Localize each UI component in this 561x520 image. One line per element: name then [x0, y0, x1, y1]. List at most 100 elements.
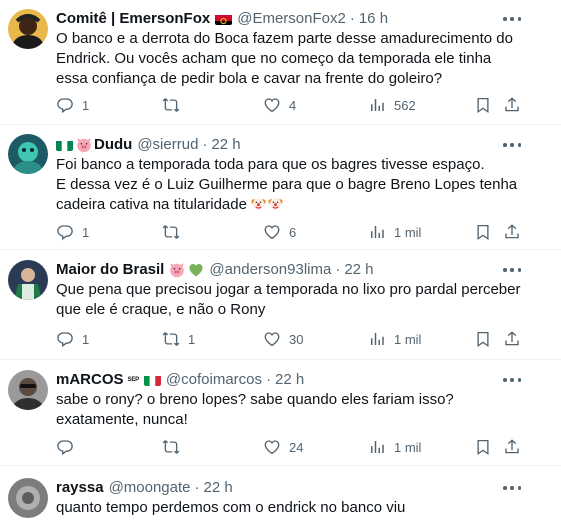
- bookmark-icon: [474, 223, 492, 241]
- more-options-icon[interactable]: [503, 483, 521, 493]
- timestamp[interactable]: 16 h: [359, 9, 388, 29]
- green-heart-icon: [188, 262, 204, 278]
- clown-face-icon: [268, 196, 283, 211]
- tweet-header: mARCOS SEP @cofoimarcos · 22 h: [56, 370, 304, 390]
- timestamp[interactable]: 22 h: [275, 370, 304, 390]
- like-button[interactable]: 6: [263, 222, 296, 242]
- author-name[interactable]: Maior do Brasil: [56, 260, 164, 280]
- like-button[interactable]: 4: [263, 95, 296, 115]
- tweet-rayssa[interactable]: rayssa @moongate · 22 h quanto tempo per…: [0, 466, 561, 520]
- like-count: 4: [289, 97, 297, 113]
- reply-count: 1: [82, 97, 90, 113]
- views-button[interactable]: 1 mil: [368, 329, 421, 349]
- retweet-button[interactable]: [162, 95, 188, 115]
- views-button[interactable]: 1 mil: [368, 437, 421, 457]
- like-icon: [263, 438, 281, 456]
- reply-button[interactable]: [56, 437, 82, 457]
- like-button[interactable]: 24: [263, 437, 303, 457]
- bookmark-button[interactable]: [474, 437, 492, 457]
- views-button[interactable]: 1 mil: [368, 222, 421, 242]
- tweet-emersonfox[interactable]: Comitê | EmersonFox @EmersonFox2 · 16 h …: [0, 0, 561, 125]
- avatar[interactable]: [8, 260, 48, 300]
- retweet-icon: [162, 438, 180, 456]
- views-icon: [368, 96, 386, 114]
- author-handle[interactable]: @moongate: [109, 478, 191, 498]
- reply-button[interactable]: 1: [56, 222, 89, 242]
- like-button[interactable]: 30: [263, 329, 303, 349]
- tweet-dudu[interactable]: Dudu @sierrud · 22 h Foi banco a tempora…: [0, 125, 561, 250]
- author-handle[interactable]: @cofoimarcos: [166, 370, 262, 390]
- avatar[interactable]: [8, 9, 48, 49]
- avatar[interactable]: [8, 478, 48, 518]
- retweet-button[interactable]: [162, 222, 188, 242]
- separator-dot: ·: [335, 261, 341, 278]
- timestamp[interactable]: 22 h: [344, 260, 373, 280]
- like-count: 30: [289, 331, 304, 347]
- share-icon: [503, 330, 521, 348]
- more-options-icon[interactable]: [503, 14, 521, 24]
- reply-button[interactable]: 1: [56, 329, 89, 349]
- like-icon: [263, 96, 281, 114]
- reply-button[interactable]: 1: [56, 95, 89, 115]
- share-icon: [503, 438, 521, 456]
- author-name[interactable]: mARCOS: [56, 370, 124, 390]
- tweet-header: Comitê | EmersonFox @EmersonFox2 · 16 h: [56, 9, 388, 29]
- tweet-text-line: E dessa vez é o Luiz Guilherme para que …: [56, 175, 526, 215]
- share-button[interactable]: [503, 329, 521, 349]
- share-icon: [503, 96, 521, 114]
- more-options-icon[interactable]: [503, 265, 521, 275]
- pig-face-icon: [76, 137, 92, 153]
- separator-dot: ·: [349, 10, 355, 27]
- views-button[interactable]: 562: [368, 95, 416, 115]
- share-button[interactable]: [503, 222, 521, 242]
- more-options-icon[interactable]: [503, 375, 521, 385]
- tweet-maior-do-brasil[interactable]: Maior do Brasil @anderson93lima · 22 h Q…: [0, 250, 561, 360]
- views-icon: [368, 223, 386, 241]
- tweet-actions: 1 4 562: [56, 95, 526, 115]
- author-name[interactable]: rayssa: [56, 478, 104, 498]
- like-count: 24: [289, 439, 304, 455]
- like-icon: [263, 330, 281, 348]
- reply-count: 1: [82, 331, 90, 347]
- clown-face-icon: [251, 196, 266, 211]
- timestamp[interactable]: 22 h: [211, 135, 240, 155]
- author-handle[interactable]: @sierrud: [137, 135, 198, 155]
- bookmark-button[interactable]: [474, 329, 492, 349]
- tweet-header: Maior do Brasil @anderson93lima · 22 h: [56, 260, 374, 280]
- timestamp[interactable]: 22 h: [204, 478, 233, 498]
- retweet-icon: [162, 330, 180, 348]
- separator-dot: ·: [266, 371, 272, 388]
- tweet-actions: 24 1 mil: [56, 437, 526, 457]
- share-icon: [503, 223, 521, 241]
- tweet-header: rayssa @moongate · 22 h: [56, 478, 233, 498]
- tweet-text: quanto tempo perdemos com o endrick no b…: [56, 499, 406, 516]
- tweet-text-line: Foi banco a temporada toda para que os b…: [56, 156, 485, 173]
- author-badge: SEP: [127, 377, 140, 383]
- author-handle[interactable]: @anderson93lima: [209, 260, 331, 280]
- like-icon: [263, 223, 281, 241]
- author-handle[interactable]: @EmersonFox2: [237, 9, 346, 29]
- share-button[interactable]: [503, 95, 521, 115]
- retweet-button[interactable]: 1: [162, 329, 195, 349]
- separator-dot: ·: [194, 479, 200, 496]
- reply-icon: [56, 223, 74, 241]
- more-options-icon[interactable]: [503, 140, 521, 150]
- avatar[interactable]: [8, 134, 48, 174]
- bookmark-icon: [474, 96, 492, 114]
- pig-face-icon: [169, 262, 185, 278]
- tweet-text: Foi banco a temporada toda para que os b…: [56, 155, 526, 215]
- share-button[interactable]: [503, 437, 521, 457]
- angola-flag-icon: [215, 13, 233, 25]
- author-name[interactable]: Dudu: [94, 135, 132, 155]
- view-count: 1 mil: [394, 439, 422, 455]
- author-name[interactable]: Comitê | EmersonFox: [56, 9, 210, 29]
- retweet-button[interactable]: [162, 437, 188, 457]
- italy-flag-icon: [143, 374, 161, 386]
- tweet-marcos[interactable]: mARCOS SEP @cofoimarcos · 22 h sabe o ro…: [0, 360, 561, 466]
- view-count: 1 mil: [394, 224, 422, 240]
- bookmark-button[interactable]: [474, 222, 492, 242]
- avatar[interactable]: [8, 370, 48, 410]
- bookmark-button[interactable]: [474, 95, 492, 115]
- view-count: 1 mil: [394, 331, 422, 347]
- bookmark-icon: [474, 330, 492, 348]
